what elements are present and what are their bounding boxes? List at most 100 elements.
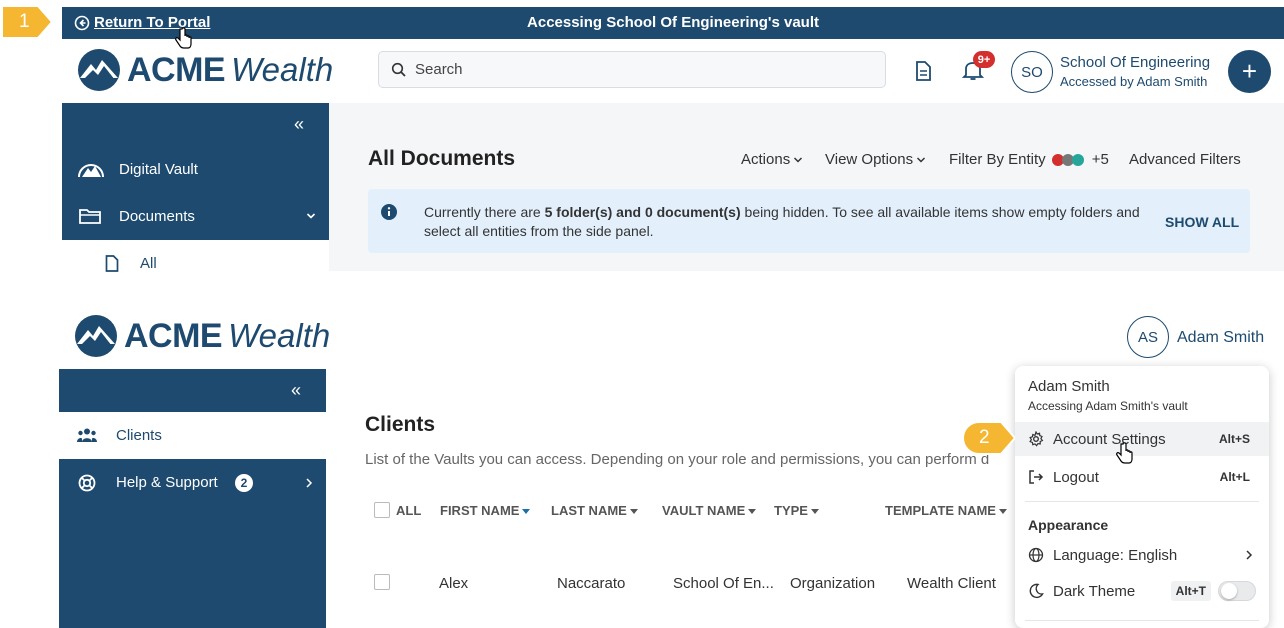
count-badge: 2 xyxy=(235,474,253,492)
menu-item-logout[interactable]: Logout Alt+L xyxy=(1015,460,1269,494)
menu-divider xyxy=(1025,501,1259,502)
globe-icon xyxy=(1028,547,1044,563)
search-icon xyxy=(391,62,406,77)
column-label: TYPE xyxy=(774,503,808,518)
chevron-right-icon xyxy=(1246,550,1253,560)
chevron-down-icon xyxy=(794,156,803,163)
brand-name-italic: Wealth xyxy=(231,51,334,88)
menu-item-label: Dark Theme xyxy=(1053,582,1136,600)
sidebar-item-label: Clients xyxy=(116,427,162,444)
filter-by-entity-button[interactable]: Filter By Entity +5 xyxy=(949,151,1109,168)
gear-icon xyxy=(1029,431,1044,447)
user-menu: Adam Smith Accessing Adam Smith's vault … xyxy=(1015,366,1269,628)
hidden-items-info: Currently there are 5 folder(s) and 0 do… xyxy=(368,189,1250,253)
actions-dropdown[interactable]: Actions xyxy=(741,151,803,168)
column-header-vault-name[interactable]: VAULT NAME xyxy=(662,503,757,518)
add-button[interactable]: + xyxy=(1228,50,1271,93)
sidebar-item-all[interactable]: All xyxy=(62,240,329,272)
plus-icon: + xyxy=(1241,56,1258,86)
select-all-checkbox[interactable] xyxy=(374,502,390,518)
filter-by-entity-label: Filter By Entity xyxy=(949,151,1046,168)
callout-number: 2 xyxy=(979,427,990,448)
sort-down-icon xyxy=(522,508,531,514)
info-count: 5 folder(s) and 0 document(s) xyxy=(544,204,741,220)
sidebar-main: « xyxy=(59,369,326,628)
accessed-by-text: Accessed by Adam Smith xyxy=(1060,74,1208,89)
user-name[interactable]: Adam Smith xyxy=(1177,329,1264,347)
collapse-sidebar-button[interactable]: « xyxy=(294,114,304,135)
users-icon xyxy=(77,428,97,442)
menu-item-account-settings[interactable]: Account Settings Alt+S xyxy=(1015,422,1269,456)
sidebar-item-label: Digital Vault xyxy=(119,160,198,178)
chevron-right-icon xyxy=(306,478,313,488)
page-title: Clients xyxy=(365,413,436,436)
cell-last-name[interactable]: Naccarato xyxy=(557,575,625,592)
document-icon[interactable] xyxy=(914,61,932,81)
info-icon xyxy=(381,204,397,220)
cell-template-name: Wealth Client xyxy=(907,575,996,592)
cell-first-name[interactable]: Alex xyxy=(439,575,468,592)
moon-icon xyxy=(1029,583,1044,599)
toggle-knob xyxy=(1221,583,1237,599)
search-input[interactable]: Search xyxy=(378,51,886,88)
column-label: VAULT NAME xyxy=(662,503,746,518)
file-icon xyxy=(105,255,119,272)
appearance-heading: Appearance xyxy=(1028,517,1109,533)
avatar[interactable]: AS xyxy=(1127,316,1169,358)
step-callout-2: 2 xyxy=(961,420,1015,456)
shortcut-badge: Alt+T xyxy=(1170,581,1211,601)
sort-down-icon xyxy=(810,508,819,514)
actions-label: Actions xyxy=(741,151,791,168)
advanced-filters-button[interactable]: Advanced Filters xyxy=(1129,151,1241,168)
menu-item-language[interactable]: Language: English xyxy=(1015,538,1269,572)
sidebar-item-label: All xyxy=(140,255,157,272)
sidebar-item-label: Help & Support xyxy=(116,474,218,491)
view-options-dropdown[interactable]: View Options xyxy=(825,151,926,168)
acme-logo[interactable]: ACME Wealth xyxy=(77,48,333,92)
menu-item-dark-theme[interactable]: Dark Theme Alt+T xyxy=(1015,574,1269,608)
sidebar-item-digital-vault[interactable]: Digital Vault xyxy=(62,155,329,183)
sidebar-item-help-support[interactable]: Help & Support 2 xyxy=(59,471,326,497)
dark-theme-toggle[interactable] xyxy=(1218,581,1256,601)
view-options-label: View Options xyxy=(825,151,914,168)
sort-down-icon xyxy=(748,508,757,514)
info-text: Currently there are xyxy=(424,204,545,220)
cell-vault-name[interactable]: School Of En... xyxy=(673,575,774,592)
page-subtitle: List of the Vaults you can access. Depen… xyxy=(365,451,990,468)
column-header-last-name[interactable]: LAST NAME xyxy=(551,503,639,518)
column-label: FIRST NAME xyxy=(440,503,520,518)
column-header-first-name[interactable]: FIRST NAME xyxy=(440,503,531,518)
callout-number: 1 xyxy=(19,11,30,32)
cell-type: Organization xyxy=(790,575,876,592)
column-label: LAST NAME xyxy=(551,503,627,518)
sidebar-vault: « Digital Vault Documents xyxy=(62,103,329,240)
show-all-button[interactable]: SHOW ALL xyxy=(1165,214,1239,230)
menu-item-label: Account Settings xyxy=(1053,430,1166,448)
mountain-logo-icon xyxy=(78,49,120,91)
entity-dots-icon xyxy=(1051,153,1084,166)
menu-item-label: Logout xyxy=(1053,468,1099,486)
column-header-template-name[interactable]: TEMPLATE NAME xyxy=(885,503,1008,518)
search-placeholder: Search xyxy=(415,61,463,78)
column-header-type[interactable]: TYPE xyxy=(774,503,820,518)
hand-cursor-icon xyxy=(1116,442,1133,464)
sidebar-item-clients[interactable]: Clients xyxy=(59,412,326,459)
menu-divider xyxy=(1025,620,1259,621)
menu-item-label: Language: English xyxy=(1053,546,1178,564)
mountain-icon xyxy=(78,164,104,178)
avatar[interactable]: SO xyxy=(1011,51,1053,93)
column-label: TEMPLATE NAME xyxy=(885,503,996,518)
acme-logo[interactable]: ACME Wealth xyxy=(74,314,330,358)
sidebar-item-documents[interactable]: Documents xyxy=(62,202,329,230)
brand-name-italic: Wealth xyxy=(228,317,331,354)
lifebuoy-icon xyxy=(78,474,96,492)
row-checkbox[interactable] xyxy=(374,574,390,590)
vault-owner-name[interactable]: School Of Engineering xyxy=(1060,54,1210,71)
column-header-all: ALL xyxy=(396,503,422,518)
chevron-down-icon xyxy=(917,156,926,163)
entity-more-count: +5 xyxy=(1091,151,1109,168)
sidebar-item-label: Documents xyxy=(119,207,195,225)
menu-user-name: Adam Smith xyxy=(1028,378,1110,395)
notification-badge: 9+ xyxy=(973,51,995,68)
collapse-sidebar-button[interactable]: « xyxy=(291,380,301,401)
